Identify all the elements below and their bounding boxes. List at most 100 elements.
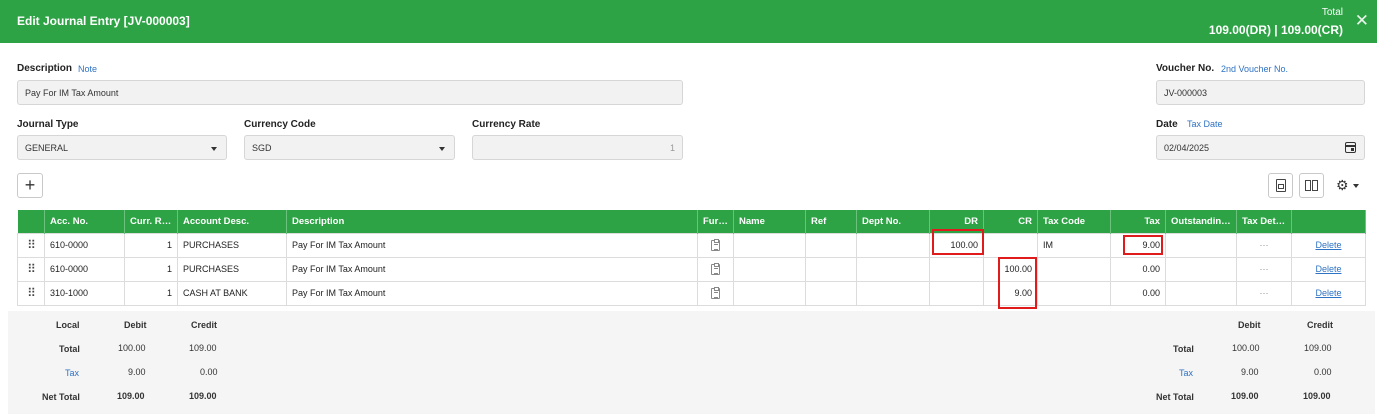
cell-ref[interactable] — [805, 232, 857, 258]
cell-outstanding — [1165, 280, 1237, 306]
settings-menu-button[interactable]: ⚙ — [1336, 177, 1362, 195]
tax-date-link[interactable]: Tax Date — [1187, 119, 1223, 129]
cell-tax-code[interactable] — [1037, 280, 1111, 306]
more-icon[interactable]: ··· — [1260, 240, 1269, 250]
cell-tax[interactable]: 9.00 — [1110, 232, 1166, 258]
currency-code-label: Currency Code — [244, 119, 316, 130]
chevron-down-icon — [439, 147, 445, 151]
cell-tax[interactable]: 0.00 — [1110, 280, 1166, 306]
cell-cr[interactable] — [983, 232, 1038, 258]
currency-rate-label: Currency Rate — [472, 119, 541, 130]
cell-description[interactable]: Pay For IM Tax Amount — [286, 232, 698, 258]
cell-account-desc[interactable]: PURCHASES — [177, 232, 287, 258]
cell-acc-no[interactable]: 610-0000 — [44, 256, 125, 282]
drag-handle-icon[interactable]: ⠿ — [27, 286, 36, 300]
table-header-row: Acc. No. Curr. Rate Account Desc. Descri… — [17, 210, 1366, 233]
cell-name[interactable] — [733, 280, 806, 306]
cell-name[interactable] — [733, 232, 806, 258]
note-link[interactable]: Note — [78, 64, 97, 74]
cell-ref[interactable] — [805, 256, 857, 282]
summary-right-tax-link[interactable]: Tax — [1179, 368, 1193, 378]
columns-button[interactable] — [1299, 173, 1324, 198]
col-header-tax-code[interactable]: Tax Code — [1037, 210, 1111, 233]
col-header-description[interactable]: Description — [286, 210, 698, 233]
cell-tax-code[interactable]: IM — [1037, 232, 1111, 258]
table-row: ⠿ 310-1000 1 CASH AT BANK Pay For IM Tax… — [17, 280, 1366, 306]
col-header-dept-no[interactable]: Dept No. — [856, 210, 930, 233]
col-header-drag — [17, 210, 45, 233]
document-icon — [1276, 179, 1286, 192]
col-header-further[interactable]: Furt... — [697, 210, 734, 233]
cell-cr[interactable]: 9.00 — [983, 280, 1038, 306]
table-row: ⠿ 610-0000 1 PURCHASES Pay For IM Tax Am… — [17, 256, 1366, 282]
description-field[interactable]: Pay For IM Tax Amount — [17, 80, 683, 105]
date-label: Date — [1156, 119, 1178, 130]
cell-dr[interactable] — [929, 280, 984, 306]
summary-tax-link[interactable]: Tax — [65, 368, 79, 378]
col-header-action — [1291, 210, 1366, 233]
add-row-button[interactable]: + — [17, 173, 43, 198]
col-header-tax-detail[interactable]: Tax Detail — [1236, 210, 1292, 233]
cell-tax[interactable]: 0.00 — [1110, 256, 1166, 282]
table-row: ⠿ 610-0000 1 PURCHASES Pay For IM Tax Am… — [17, 232, 1366, 258]
clipboard-icon[interactable] — [711, 286, 720, 299]
col-header-acc-no[interactable]: Acc. No. — [44, 210, 125, 233]
summary-tax-debit: 9.00 — [128, 367, 146, 377]
clipboard-icon[interactable] — [711, 262, 720, 275]
cell-dr[interactable] — [929, 256, 984, 282]
col-header-ref[interactable]: Ref — [805, 210, 857, 233]
cell-cr[interactable]: 100.00 — [983, 256, 1038, 282]
cell-account-desc[interactable]: CASH AT BANK — [177, 280, 287, 306]
summary-right-total-label: Total — [1173, 344, 1194, 354]
cell-ref[interactable] — [805, 280, 857, 306]
drag-handle-icon[interactable]: ⠿ — [27, 262, 36, 276]
cell-description[interactable]: Pay For IM Tax Amount — [286, 280, 698, 306]
calendar-icon[interactable] — [1345, 142, 1356, 153]
col-header-cr[interactable]: CR — [983, 210, 1038, 233]
journal-lines-table: Acc. No. Curr. Rate Account Desc. Descri… — [17, 210, 1366, 306]
voucher-no-field[interactable]: JV-000003 — [1156, 80, 1365, 105]
summary-credit-header: Credit — [191, 320, 218, 330]
summary-net-credit: 109.00 — [189, 391, 217, 401]
summary-right-credit-header: Credit — [1307, 320, 1334, 330]
cell-curr-rate[interactable]: 1 — [124, 256, 178, 282]
col-header-dr[interactable]: DR — [929, 210, 984, 233]
col-header-account-desc[interactable]: Account Desc. — [177, 210, 287, 233]
close-icon[interactable]: ✕ — [1355, 12, 1369, 29]
summary-right-tax-credit: 0.00 — [1314, 367, 1332, 377]
export-button[interactable] — [1268, 173, 1293, 198]
more-icon[interactable]: ··· — [1260, 288, 1269, 298]
journal-type-select[interactable]: GENERAL — [17, 135, 227, 160]
cell-name[interactable] — [733, 256, 806, 282]
delete-link[interactable]: Delete — [1315, 288, 1341, 298]
summary-net-debit: 109.00 — [117, 391, 145, 401]
currency-rate-field: 1 — [472, 135, 683, 160]
col-header-name[interactable]: Name — [733, 210, 806, 233]
cell-acc-no[interactable]: 310-1000 — [44, 280, 125, 306]
col-header-tax[interactable]: Tax — [1110, 210, 1166, 233]
cell-dept-no[interactable] — [856, 256, 930, 282]
delete-link[interactable]: Delete — [1315, 240, 1341, 250]
cell-description[interactable]: Pay For IM Tax Amount — [286, 256, 698, 282]
summary-debit-header: Debit — [124, 320, 147, 330]
cell-dept-no[interactable] — [856, 280, 930, 306]
cell-tax-code[interactable] — [1037, 256, 1111, 282]
cell-curr-rate[interactable]: 1 — [124, 232, 178, 258]
currency-code-select[interactable]: SGD — [244, 135, 455, 160]
summary-net-total-label: Net Total — [42, 392, 80, 402]
cell-dr[interactable]: 100.00 — [929, 232, 984, 258]
cell-curr-rate[interactable]: 1 — [124, 280, 178, 306]
drag-handle-icon[interactable]: ⠿ — [27, 238, 36, 252]
summary-local-label: Local — [56, 320, 80, 330]
summary-total-debit: 100.00 — [118, 343, 146, 353]
date-field[interactable]: 02/04/2025 — [1156, 135, 1365, 160]
cell-account-desc[interactable]: PURCHASES — [177, 256, 287, 282]
clipboard-icon[interactable] — [711, 238, 720, 251]
second-voucher-link[interactable]: 2nd Voucher No. — [1221, 64, 1288, 74]
more-icon[interactable]: ··· — [1260, 264, 1269, 274]
col-header-curr-rate[interactable]: Curr. Rate — [124, 210, 178, 233]
cell-dept-no[interactable] — [856, 232, 930, 258]
delete-link[interactable]: Delete — [1315, 264, 1341, 274]
col-header-outstanding[interactable]: Outstanding ... — [1165, 210, 1237, 233]
cell-acc-no[interactable]: 610-0000 — [44, 232, 125, 258]
